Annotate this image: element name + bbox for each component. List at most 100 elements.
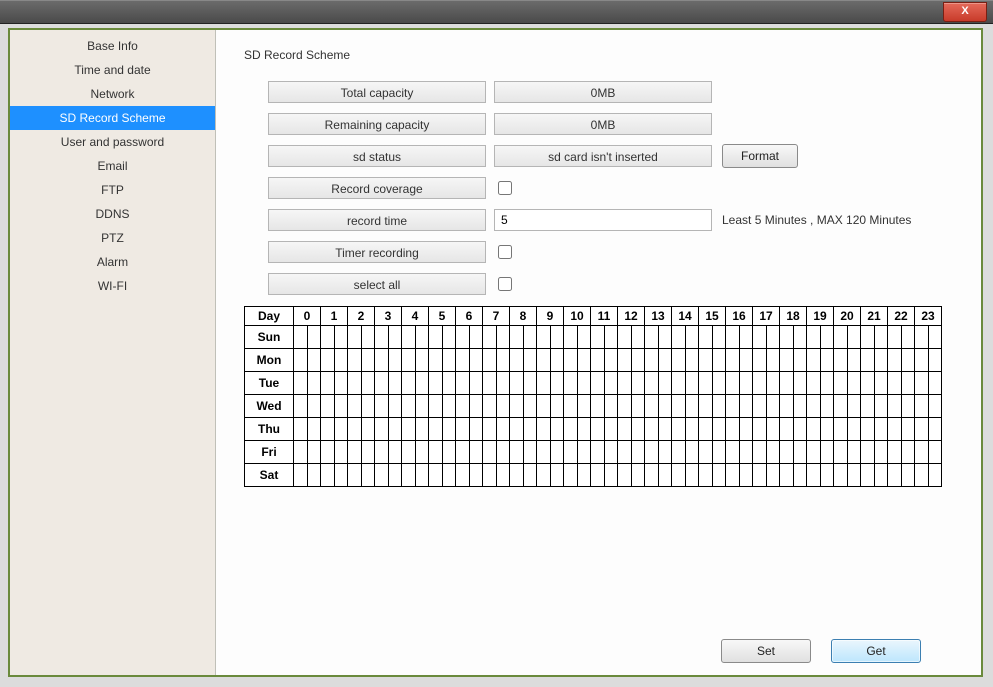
schedule-cell-sun-1[interactable] (321, 326, 348, 349)
schedule-cell-sun-21[interactable] (861, 326, 888, 349)
get-button[interactable]: Get (831, 639, 921, 663)
schedule-cell-sun-15[interactable] (699, 326, 726, 349)
schedule-cell-sun-4[interactable] (402, 326, 429, 349)
schedule-cell-mon-9[interactable] (537, 349, 564, 372)
sidebar-item-7[interactable]: DDNS (10, 202, 215, 226)
schedule-cell-thu-11[interactable] (591, 418, 618, 441)
schedule-cell-tue-10[interactable] (564, 372, 591, 395)
schedule-cell-wed-6[interactable] (456, 395, 483, 418)
schedule-cell-sat-17[interactable] (753, 464, 780, 487)
schedule-cell-sat-22[interactable] (888, 464, 915, 487)
schedule-cell-wed-19[interactable] (807, 395, 834, 418)
schedule-cell-sat-19[interactable] (807, 464, 834, 487)
schedule-cell-sun-3[interactable] (375, 326, 402, 349)
schedule-cell-sun-5[interactable] (429, 326, 456, 349)
schedule-cell-mon-11[interactable] (591, 349, 618, 372)
schedule-cell-tue-13[interactable] (645, 372, 672, 395)
schedule-cell-sat-4[interactable] (402, 464, 429, 487)
schedule-cell-sun-22[interactable] (888, 326, 915, 349)
schedule-cell-fri-18[interactable] (780, 441, 807, 464)
schedule-cell-sat-14[interactable] (672, 464, 699, 487)
sidebar-item-6[interactable]: FTP (10, 178, 215, 202)
schedule-cell-thu-21[interactable] (861, 418, 888, 441)
schedule-cell-thu-6[interactable] (456, 418, 483, 441)
schedule-cell-wed-14[interactable] (672, 395, 699, 418)
schedule-cell-mon-16[interactable] (726, 349, 753, 372)
schedule-cell-fri-1[interactable] (321, 441, 348, 464)
schedule-cell-mon-15[interactable] (699, 349, 726, 372)
schedule-cell-thu-10[interactable] (564, 418, 591, 441)
schedule-cell-tue-2[interactable] (348, 372, 375, 395)
schedule-cell-sun-8[interactable] (510, 326, 537, 349)
schedule-cell-tue-8[interactable] (510, 372, 537, 395)
schedule-cell-wed-21[interactable] (861, 395, 888, 418)
schedule-cell-sun-14[interactable] (672, 326, 699, 349)
schedule-cell-mon-23[interactable] (915, 349, 942, 372)
schedule-cell-mon-20[interactable] (834, 349, 861, 372)
sidebar-item-3[interactable]: SD Record Scheme (10, 106, 215, 130)
schedule-cell-thu-7[interactable] (483, 418, 510, 441)
schedule-cell-wed-15[interactable] (699, 395, 726, 418)
schedule-cell-thu-16[interactable] (726, 418, 753, 441)
schedule-cell-thu-17[interactable] (753, 418, 780, 441)
schedule-cell-thu-23[interactable] (915, 418, 942, 441)
schedule-cell-sun-2[interactable] (348, 326, 375, 349)
schedule-cell-thu-19[interactable] (807, 418, 834, 441)
schedule-cell-thu-0[interactable] (294, 418, 321, 441)
sidebar-item-4[interactable]: User and password (10, 130, 215, 154)
schedule-cell-tue-5[interactable] (429, 372, 456, 395)
schedule-cell-wed-8[interactable] (510, 395, 537, 418)
schedule-cell-fri-2[interactable] (348, 441, 375, 464)
schedule-cell-thu-12[interactable] (618, 418, 645, 441)
schedule-cell-mon-2[interactable] (348, 349, 375, 372)
schedule-cell-fri-17[interactable] (753, 441, 780, 464)
schedule-cell-wed-18[interactable] (780, 395, 807, 418)
schedule-cell-sat-3[interactable] (375, 464, 402, 487)
schedule-cell-wed-13[interactable] (645, 395, 672, 418)
schedule-cell-mon-5[interactable] (429, 349, 456, 372)
schedule-cell-sat-6[interactable] (456, 464, 483, 487)
schedule-cell-thu-4[interactable] (402, 418, 429, 441)
schedule-cell-wed-4[interactable] (402, 395, 429, 418)
schedule-cell-tue-6[interactable] (456, 372, 483, 395)
schedule-cell-sat-16[interactable] (726, 464, 753, 487)
schedule-cell-fri-16[interactable] (726, 441, 753, 464)
schedule-cell-sun-23[interactable] (915, 326, 942, 349)
schedule-cell-wed-12[interactable] (618, 395, 645, 418)
schedule-cell-mon-13[interactable] (645, 349, 672, 372)
schedule-cell-thu-15[interactable] (699, 418, 726, 441)
schedule-cell-wed-20[interactable] (834, 395, 861, 418)
schedule-cell-sat-5[interactable] (429, 464, 456, 487)
schedule-cell-mon-3[interactable] (375, 349, 402, 372)
schedule-cell-tue-7[interactable] (483, 372, 510, 395)
schedule-cell-mon-7[interactable] (483, 349, 510, 372)
schedule-cell-wed-23[interactable] (915, 395, 942, 418)
schedule-cell-wed-7[interactable] (483, 395, 510, 418)
schedule-cell-fri-3[interactable] (375, 441, 402, 464)
schedule-cell-tue-4[interactable] (402, 372, 429, 395)
schedule-cell-sat-7[interactable] (483, 464, 510, 487)
schedule-cell-sat-9[interactable] (537, 464, 564, 487)
sidebar-item-1[interactable]: Time and date (10, 58, 215, 82)
schedule-cell-tue-12[interactable] (618, 372, 645, 395)
schedule-cell-mon-8[interactable] (510, 349, 537, 372)
schedule-cell-fri-4[interactable] (402, 441, 429, 464)
select-all-checkbox[interactable] (498, 277, 512, 291)
schedule-cell-sun-6[interactable] (456, 326, 483, 349)
schedule-cell-tue-1[interactable] (321, 372, 348, 395)
sidebar-item-5[interactable]: Email (10, 154, 215, 178)
schedule-cell-sat-0[interactable] (294, 464, 321, 487)
schedule-cell-tue-20[interactable] (834, 372, 861, 395)
timer-recording-checkbox[interactable] (498, 245, 512, 259)
sidebar-item-10[interactable]: WI-FI (10, 274, 215, 298)
schedule-cell-wed-1[interactable] (321, 395, 348, 418)
schedule-cell-tue-9[interactable] (537, 372, 564, 395)
schedule-cell-tue-23[interactable] (915, 372, 942, 395)
schedule-cell-sun-0[interactable] (294, 326, 321, 349)
schedule-cell-thu-5[interactable] (429, 418, 456, 441)
record-time-input[interactable] (494, 209, 712, 231)
schedule-cell-sat-8[interactable] (510, 464, 537, 487)
schedule-cell-thu-2[interactable] (348, 418, 375, 441)
schedule-cell-fri-11[interactable] (591, 441, 618, 464)
record-coverage-checkbox[interactable] (498, 181, 512, 195)
